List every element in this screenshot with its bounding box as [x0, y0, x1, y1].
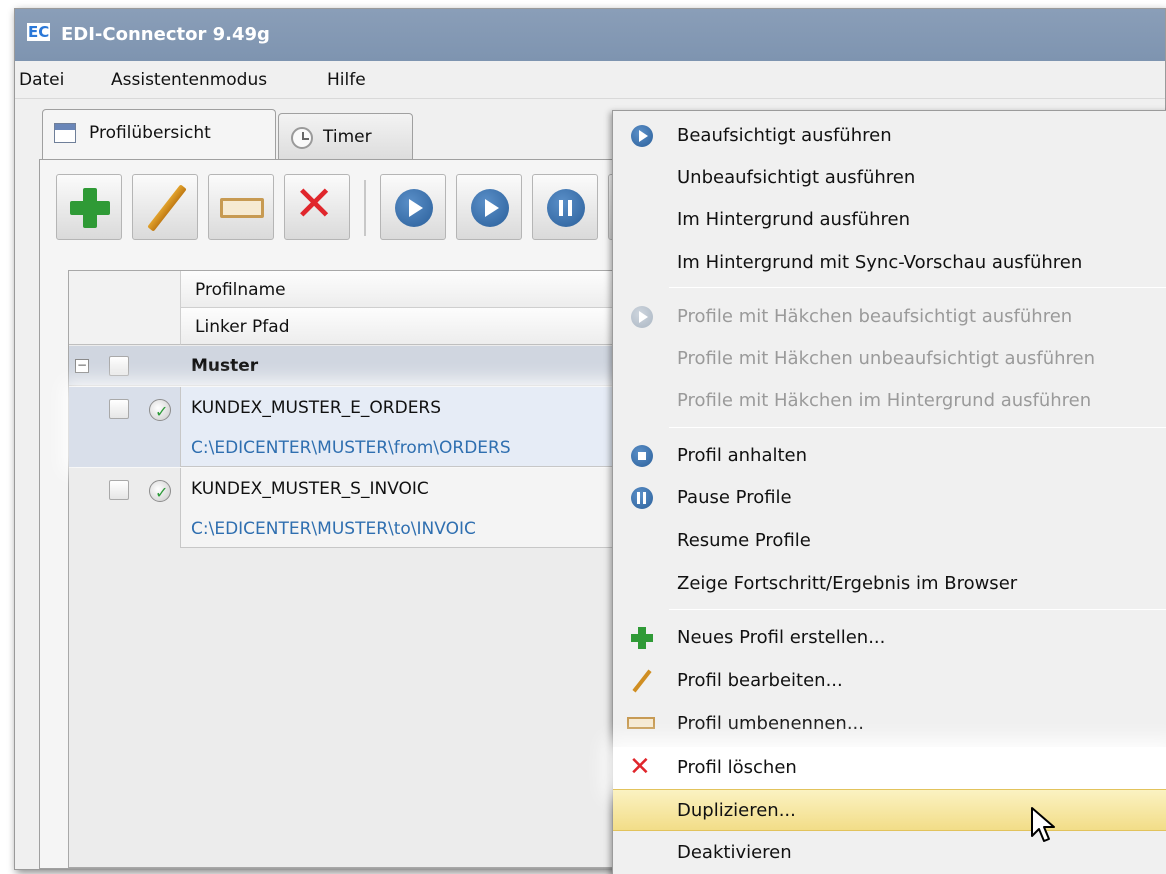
scheduled-check-icon — [149, 399, 171, 421]
play-icon — [395, 189, 433, 227]
menu-item-deaktivieren[interactable]: Deaktivieren — [613, 832, 1166, 874]
rename-icon — [220, 198, 264, 218]
calendar-icon — [54, 123, 76, 143]
play-outline-icon — [471, 189, 509, 227]
profile-path: C:\EDICENTER\MUSTER\from\ORDERS — [191, 438, 511, 458]
menu-item-haekchen-unbeaufsichtigt: Profile mit Häkchen unbeaufsichtigt ausf… — [613, 338, 1166, 380]
tab-profiluebersicht[interactable]: Profilübersicht — [42, 109, 276, 159]
menu-separator — [669, 287, 1166, 288]
app-logo: EC — [27, 23, 51, 41]
menu-item-profil-loeschen[interactable]: ✕ Profil löschen — [613, 747, 1166, 789]
menu-hilfe[interactable]: Hilfe — [327, 70, 366, 90]
row-checkbox[interactable] — [109, 480, 129, 500]
menu-item-fortschritt-browser[interactable]: Zeige Fortschritt/Ergebnis im Browser — [613, 563, 1166, 605]
tab-label: Profilübersicht — [89, 123, 211, 143]
profile-name: KUNDEX_MUSTER_S_INVOIC — [191, 479, 429, 499]
menu-item-label: Profile mit Häkchen im Hintergrund ausfü… — [677, 390, 1092, 411]
menu-item-label: Beaufsichtigt ausführen — [677, 125, 892, 146]
menu-separator — [669, 427, 1166, 428]
menu-item-profil-bearbeiten[interactable]: Profil bearbeiten... — [613, 660, 1166, 702]
menu-item-label: Pause Profile — [677, 487, 792, 508]
group-label: Muster — [191, 356, 259, 376]
profile-name: KUNDEX_MUSTER_E_ORDERS — [191, 398, 442, 418]
profile-path: C:\EDICENTER\MUSTER\to\INVOIC — [191, 519, 476, 539]
plus-icon — [70, 188, 110, 228]
menu-item-label: Im Hintergrund ausführen — [677, 209, 910, 230]
menu-item-label: Resume Profile — [677, 530, 811, 551]
menu-item-hintergrund-ausfuehren[interactable]: Im Hintergrund ausführen — [613, 199, 1166, 241]
toolbar-separator — [364, 180, 366, 236]
mouse-cursor-icon — [1031, 807, 1055, 842]
menu-item-label: Profil umbenennen... — [677, 713, 865, 734]
menu-item-profil-umbenennen[interactable]: Profil umbenennen... — [613, 703, 1166, 745]
play-icon — [631, 125, 653, 147]
pause-icon — [547, 189, 585, 227]
x-icon: ✕ — [294, 176, 335, 232]
delete-profile-button[interactable]: ✕ — [284, 174, 350, 240]
menu-item-label: Unbeaufsichtigt ausführen — [677, 167, 916, 188]
menu-item-duplizieren[interactable]: Duplizieren... — [613, 789, 1166, 831]
menu-datei[interactable]: Datei — [19, 70, 64, 90]
clock-icon — [291, 127, 313, 149]
menu-item-label: Im Hintergrund mit Sync-Vorschau ausführ… — [677, 252, 1083, 273]
tab-timer[interactable]: Timer — [278, 113, 413, 161]
pause-button[interactable] — [532, 174, 598, 240]
menu-item-label: Profil anhalten — [677, 445, 808, 466]
stop-icon — [631, 445, 653, 467]
row-checkbox[interactable] — [109, 399, 129, 419]
tab-label: Timer — [323, 127, 372, 147]
menu-item-label: Deaktivieren — [677, 842, 792, 863]
menu-item-label: Profile mit Häkchen beaufsichtigt ausfüh… — [677, 306, 1073, 327]
menu-separator — [669, 609, 1166, 610]
menu-item-hintergrund-sync-vorschau[interactable]: Im Hintergrund mit Sync-Vorschau ausführ… — [613, 242, 1166, 284]
grid-corner — [69, 271, 181, 345]
window-title: EDI-Connector 9.49g — [61, 24, 270, 45]
scheduled-check-icon — [149, 480, 171, 502]
run-unsupervised-button[interactable] — [456, 174, 522, 240]
x-icon: ✕ — [629, 752, 651, 782]
menu-item-label: Profil bearbeiten... — [677, 670, 843, 691]
menu-item-profil-anhalten[interactable]: Profil anhalten — [613, 435, 1166, 477]
plus-icon — [631, 627, 653, 649]
menu-item-resume-profile[interactable]: Resume Profile — [613, 520, 1166, 562]
pencil-icon — [631, 670, 653, 692]
pause-icon — [631, 487, 653, 509]
play-icon — [631, 306, 653, 328]
menu-item-label: Neues Profil erstellen... — [677, 627, 886, 648]
menu-item-label: Zeige Fortschritt/Ergebnis im Browser — [677, 573, 1018, 594]
menu-item-pause-profile[interactable]: Pause Profile — [613, 477, 1166, 519]
menu-item-unbeaufsichtigt-ausfuehren[interactable]: Unbeaufsichtigt ausführen — [613, 157, 1166, 199]
pencil-icon — [147, 184, 187, 232]
title-bar[interactable]: EC EDI-Connector 9.49g — [15, 9, 1165, 61]
new-profile-button[interactable] — [56, 174, 122, 240]
menu-assistentenmodus[interactable]: Assistentenmodus — [111, 70, 267, 90]
menu-item-neues-profil[interactable]: Neues Profil erstellen... — [613, 617, 1166, 659]
edit-profile-button[interactable] — [132, 174, 198, 240]
menu-item-haekchen-hintergrund: Profile mit Häkchen im Hintergrund ausfü… — [613, 380, 1166, 422]
menu-item-label: Duplizieren... — [677, 800, 796, 821]
run-supervised-button[interactable] — [380, 174, 446, 240]
rename-profile-button[interactable] — [208, 174, 274, 240]
menu-bar: Datei Assistentenmodus Hilfe — [15, 61, 1165, 99]
collapse-icon[interactable]: − — [75, 359, 89, 373]
menu-item-label: Profile mit Häkchen unbeaufsichtigt ausf… — [677, 348, 1095, 369]
menu-item-haekchen-beaufsichtigt: Profile mit Häkchen beaufsichtigt ausfüh… — [613, 296, 1166, 338]
rename-icon — [627, 717, 655, 729]
context-menu: Beaufsichtigt ausführen Unbeaufsichtigt … — [612, 110, 1166, 874]
group-checkbox[interactable] — [109, 356, 129, 376]
menu-item-beaufsichtigt-ausfuehren[interactable]: Beaufsichtigt ausführen — [613, 115, 1166, 157]
menu-item-label: Profil löschen — [677, 757, 797, 778]
